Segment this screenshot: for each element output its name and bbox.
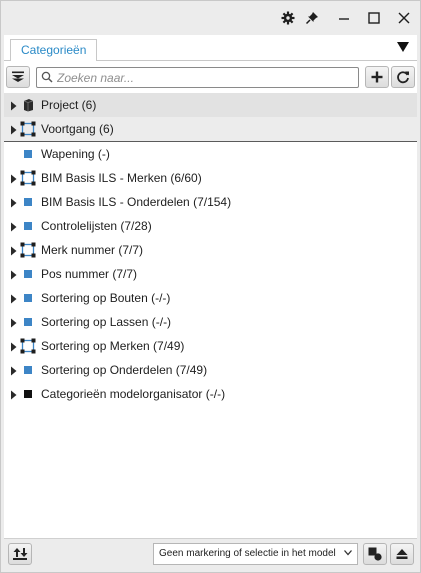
toolbar [4,61,417,93]
tree-row-label: Merk nummer (7/7) [41,243,144,257]
maximize-icon[interactable] [365,9,383,27]
category-square-icon [21,195,35,209]
eject-icon [396,549,408,559]
expand-triangle-icon[interactable] [10,317,18,328]
title-bar [1,1,420,35]
import-export-button[interactable] [8,543,32,565]
refresh-icon [397,71,409,84]
tree-row-label: Pos nummer (7/7) [41,267,138,281]
tree-row[interactable]: BIM Basis ILS - Onderdelen (7/154) [4,190,417,214]
tree-row-label: Sortering op Merken (7/49) [41,339,185,353]
expand-triangle-icon[interactable] [10,124,18,135]
category-group-icon [20,338,36,354]
collapse-all-button[interactable] [6,66,30,88]
category-square-icon [21,315,35,329]
category-group-icon [20,121,36,137]
tree-row-label: Sortering op Lassen (-/-) [41,315,172,329]
tab-strip: Categorieën [4,35,417,62]
tab-categories[interactable]: Categorieën [10,39,98,62]
import-export-icon [13,548,28,560]
chevron-down-icon [344,550,352,556]
tree-row-label: Sortering op Bouten (-/-) [41,291,171,305]
expand-triangle-icon[interactable] [10,245,18,256]
tree-row[interactable]: Categorieën modelorganisator (-/-) [4,382,417,406]
tree-row-label: BIM Basis ILS - Merken (6/60) [41,171,202,185]
expand-triangle-icon[interactable] [10,173,18,184]
category-group-icon [20,242,36,258]
gear-icon[interactable] [279,9,297,27]
pin-icon[interactable] [303,9,321,27]
tree-row[interactable]: Voortgang (6) [4,117,417,142]
tree-row-label: Voortgang (6) [41,122,114,136]
tree-row[interactable]: Sortering op Lassen (-/-) [4,310,417,334]
bottom-bar: Geen markering of selectie in het model [4,538,417,570]
organizer-panel: Categorieën Project (6) Voortgang (6) Wape… [0,0,421,573]
tree-row-label: Categorieën modelorganisator (-/-) [41,387,226,401]
project-box-icon [21,98,35,112]
search-input[interactable] [57,69,353,86]
add-button[interactable] [365,66,389,88]
shapes-button[interactable] [363,543,387,565]
tree-row[interactable]: Pos nummer (7/7) [4,262,417,286]
minimize-icon[interactable] [335,9,353,27]
expand-triangle-icon[interactable] [10,389,18,400]
category-square-icon [21,219,35,233]
category-square-icon [21,147,35,161]
tree-row-label: Wapening (-) [41,147,110,161]
expand-triangle-icon[interactable] [10,341,18,352]
expand-triangle-icon[interactable] [10,269,18,280]
tree-row-label: Controlelijsten (7/28) [41,219,152,233]
selection-mode-dropdown[interactable]: Geen markering of selectie in het model [153,543,358,565]
expand-triangle-icon[interactable] [10,221,18,232]
search-icon [41,71,53,83]
tree-row[interactable]: Merk nummer (7/7) [4,238,417,262]
category-tree: Project (6) Voortgang (6) Wapening (-) BIM … [4,93,417,538]
collapse-all-icon [12,71,24,82]
plus-icon [371,71,383,83]
category-square-icon [21,291,35,305]
tree-row[interactable]: Sortering op Bouten (-/-) [4,286,417,310]
tree-row[interactable]: Controlelijsten (7/28) [4,214,417,238]
tree-row-label: Project (6) [41,98,97,112]
tree-row[interactable]: Project (6) [4,93,417,117]
tree-row[interactable]: Sortering op Merken (7/49) [4,334,417,358]
close-icon[interactable] [395,9,413,27]
expand-triangle-icon[interactable] [10,293,18,304]
tree-row-label: Sortering op Onderdelen (7/49) [41,363,208,377]
expand-triangle-icon[interactable] [10,100,18,111]
tree-row[interactable]: BIM Basis ILS - Merken (6/60) [4,166,417,190]
selection-mode-value: Geen markering of selectie in het model [159,548,336,559]
category-square-icon [21,363,35,377]
search-box[interactable] [36,67,359,88]
shapes-icon [368,547,382,561]
category-square-icon [21,267,35,281]
tree-row[interactable]: Sortering op Onderdelen (7/49) [4,358,417,382]
tree-row[interactable]: Wapening (-) [4,142,417,166]
eject-button[interactable] [390,543,414,565]
refresh-button[interactable] [391,66,415,88]
tab-menu-triangle-icon[interactable] [395,39,411,55]
category-group-icon [20,170,36,186]
expand-triangle-icon[interactable] [10,197,18,208]
organizer-square-icon [21,387,35,401]
expand-triangle-icon[interactable] [10,365,18,376]
tree-row-label: BIM Basis ILS - Onderdelen (7/154) [41,195,232,209]
